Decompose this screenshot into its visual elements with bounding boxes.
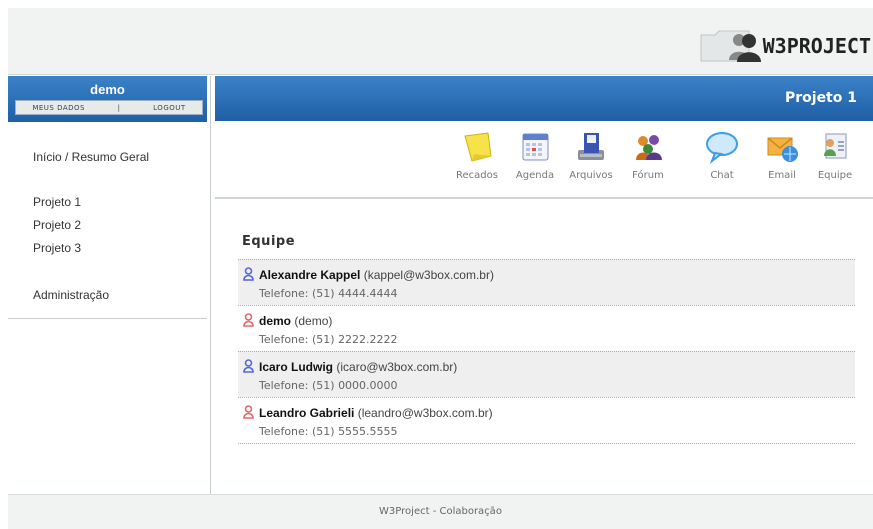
tool-label: Chat — [710, 170, 734, 181]
member-phone: Telefone: (51) 0000.0000 — [259, 379, 398, 392]
my-data-link[interactable]: MEUS DADOS — [32, 104, 85, 112]
tool-email[interactable]: Email — [752, 130, 812, 181]
member-phone: Telefone: (51) 2222.2222 — [259, 333, 398, 346]
tool-forum[interactable]: Fórum — [618, 130, 678, 181]
list-item: demo (demo) Telefone: (51) 2222.2222 — [238, 305, 855, 351]
user-icon — [243, 266, 254, 281]
member-phone: Telefone: (51) 4444.4444 — [259, 287, 398, 300]
email-icon — [765, 130, 799, 164]
member-name[interactable]: demo — [259, 314, 291, 328]
member-header: Alexandre Kappel (kappel@w3box.com.br) — [259, 268, 494, 282]
tool-equipe[interactable]: Equipe — [805, 130, 865, 181]
member-email: (kappel@w3box.com.br) — [363, 268, 494, 282]
member-name[interactable]: Icaro Ludwig — [259, 360, 333, 374]
toolbar-divider — [215, 197, 873, 199]
calendar-icon — [518, 130, 552, 164]
tool-recados[interactable]: Recados — [447, 130, 507, 181]
sidebar-item-overview[interactable]: Início / Resumo Geral — [33, 150, 149, 164]
tool-label: Arquivos — [569, 170, 613, 181]
footer: W3Project - Colaboração — [8, 494, 873, 529]
note-icon — [460, 130, 494, 164]
user-icon — [243, 312, 254, 327]
member-name[interactable]: Leandro Gabrieli — [259, 406, 354, 420]
user-icon — [243, 404, 254, 419]
list-item: Icaro Ludwig (icaro@w3box.com.br) Telefo… — [238, 351, 855, 397]
list-item: Alexandre Kappel (kappel@w3box.com.br) T… — [238, 259, 855, 305]
tool-label: Equipe — [817, 170, 853, 181]
user-box: demo MEUS DADOS | LOGOUT — [8, 76, 207, 122]
project-header: Projeto 1 — [215, 76, 873, 121]
chat-bubble-icon — [705, 130, 739, 164]
logout-link[interactable]: LOGOUT — [153, 104, 186, 112]
member-header: Icaro Ludwig (icaro@w3box.com.br) — [259, 360, 457, 374]
list-item: Leandro Gabrieli (leandro@w3box.com.br) … — [238, 397, 855, 444]
tool-label: Fórum — [632, 170, 664, 181]
user-icon — [243, 358, 254, 373]
logo-folder-people-icon — [697, 27, 761, 65]
member-email: (leandro@w3box.com.br) — [357, 406, 493, 420]
user-links-separator: | — [117, 103, 121, 112]
member-email: (demo) — [294, 314, 333, 328]
member-name[interactable]: Alexandre Kappel — [259, 268, 360, 282]
user-links: MEUS DADOS | LOGOUT — [15, 100, 203, 115]
tool-arquivos[interactable]: Arquivos — [561, 130, 621, 181]
sidebar-divider — [8, 318, 207, 319]
member-email: (icaro@w3box.com.br) — [336, 360, 458, 374]
files-icon — [574, 130, 608, 164]
sidebar-item-projeto-3[interactable]: Projeto 3 — [33, 241, 81, 255]
sidebar-item-admin[interactable]: Administração — [33, 288, 109, 302]
top-header: W3PROJECT — [8, 8, 873, 75]
member-header: demo (demo) — [259, 314, 332, 328]
tool-label: Recados — [456, 170, 498, 181]
team-list: Alexandre Kappel (kappel@w3box.com.br) T… — [238, 259, 855, 444]
footer-text: W3Project - Colaboração — [379, 506, 502, 517]
app-logo[interactable]: W3PROJECT — [697, 26, 871, 66]
tool-label: Agenda — [515, 170, 555, 181]
logo-text: W3PROJECT — [762, 34, 871, 58]
tool-agenda[interactable]: Agenda — [505, 130, 565, 181]
member-phone: Telefone: (51) 5555.5555 — [259, 425, 398, 438]
section-title: Equipe — [242, 234, 296, 249]
team-icon — [818, 130, 852, 164]
sidebar-item-projeto-2[interactable]: Projeto 2 — [33, 218, 81, 232]
tool-chat[interactable]: Chat — [692, 130, 752, 181]
project-title: Projeto 1 — [784, 90, 857, 106]
tool-label: Email — [768, 170, 796, 181]
left-column-divider — [210, 76, 211, 494]
forum-icon — [631, 130, 665, 164]
sidebar-item-projeto-1[interactable]: Projeto 1 — [33, 195, 81, 209]
username: demo — [90, 82, 125, 97]
member-header: Leandro Gabrieli (leandro@w3box.com.br) — [259, 406, 493, 420]
